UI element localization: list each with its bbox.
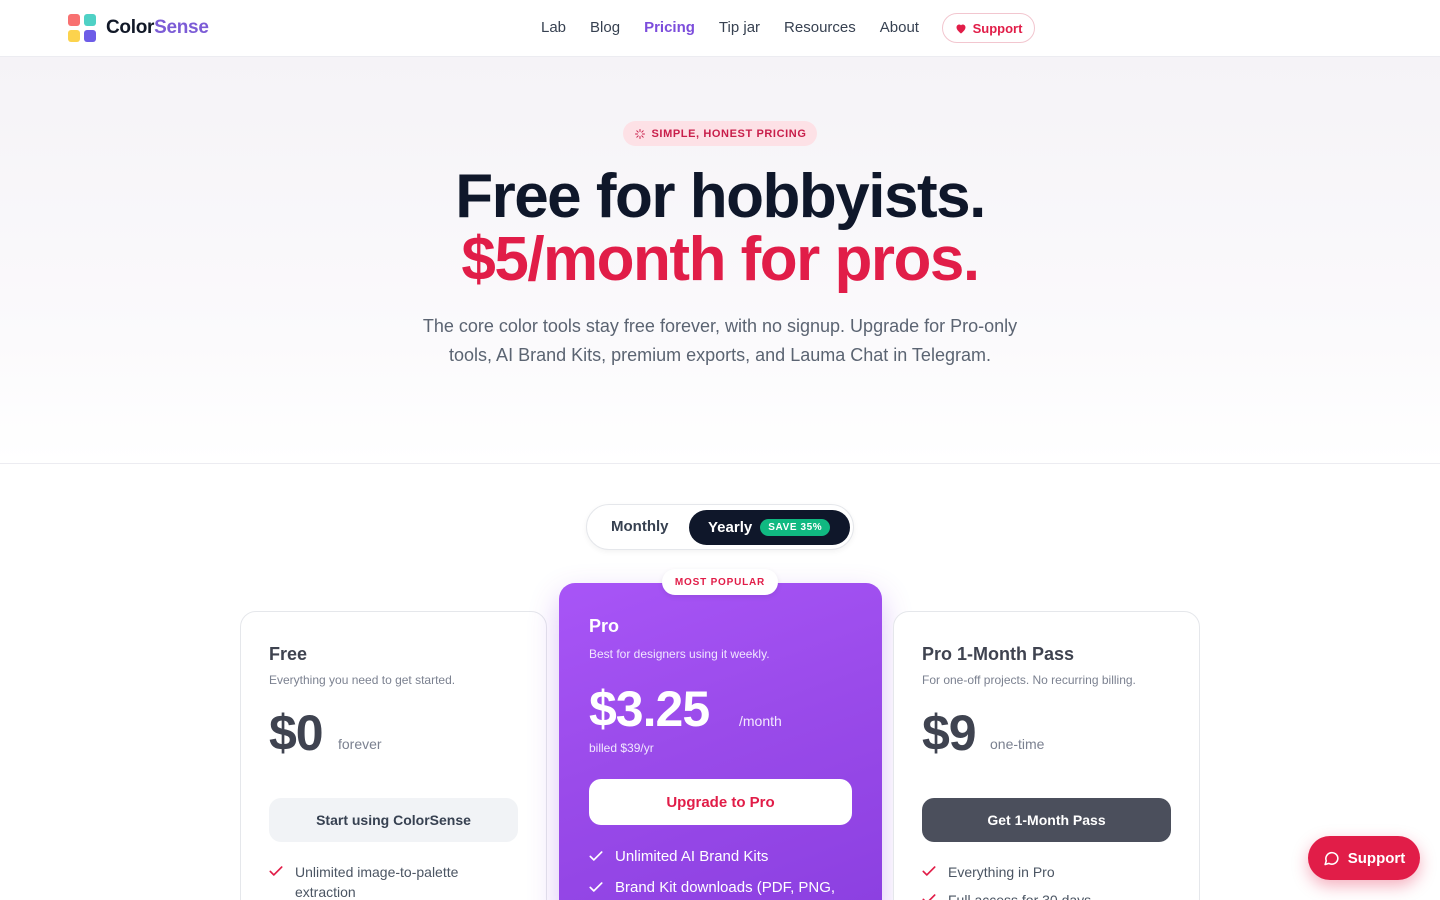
brand-name-part1: Color: [106, 17, 155, 38]
feature-item: Full access for 30 days: [922, 890, 1091, 900]
plan-price: $9: [922, 705, 977, 761]
nav-support-label: Support: [972, 20, 1023, 36]
check-icon: [922, 866, 936, 876]
billing-toggle: Monthly Yearly SAVE 35%: [586, 504, 854, 550]
feature-item: Everything in Pro: [922, 862, 1055, 882]
plan-price: $3.25: [589, 681, 710, 737]
brand-logo[interactable]: ColorSense: [68, 14, 209, 42]
nav-links: Lab Blog Pricing Tip jar Resources About: [541, 18, 943, 38]
plan-price-unit: /month: [739, 713, 782, 729]
plan-name: Pro: [589, 616, 620, 636]
get-pass-button[interactable]: Get 1-Month Pass: [922, 798, 1171, 842]
logo-icon: [68, 14, 96, 42]
check-icon: [589, 851, 603, 861]
feature-item: Unlimited AI Brand Kits: [589, 847, 768, 867]
plan-price-unit: forever: [338, 736, 382, 752]
pricing-badge: SIMPLE, HONEST PRICING: [623, 121, 817, 146]
top-navbar: ColorSense Lab Blog Pricing Tip jar Reso…: [0, 0, 1440, 57]
billing-yearly-option[interactable]: Yearly SAVE 35%: [689, 510, 850, 545]
plan-description: For one-off projects. No recurring billi…: [922, 673, 1136, 687]
pricing-badge-label: SIMPLE, HONEST PRICING: [651, 127, 807, 140]
feature-item: Brand Kit downloads (PDF, PNG,: [589, 878, 835, 898]
check-icon: [922, 894, 936, 900]
plan-price-unit: one-time: [990, 736, 1045, 752]
nav-link-pricing[interactable]: Pricing: [644, 18, 695, 38]
save-badge: SAVE 35%: [760, 519, 831, 536]
nav-link-tip-jar[interactable]: Tip jar: [719, 18, 760, 38]
start-using-button[interactable]: Start using ColorSense: [269, 798, 518, 842]
feature-label: Unlimited image-to-palette extraction: [295, 864, 459, 900]
chat-bubble-icon: [1324, 851, 1339, 865]
nav-link-blog[interactable]: Blog: [590, 18, 620, 38]
plan-description: Best for designers using it weekly.: [589, 647, 770, 661]
hero-subtitle: The core color tools stay free forever, …: [422, 316, 1018, 365]
plan-name: Free: [269, 644, 308, 664]
nav-link-lab[interactable]: Lab: [541, 18, 566, 38]
hero-headline-line2: $5/month for pros.: [461, 225, 980, 294]
floating-support-button[interactable]: Support: [1308, 836, 1420, 880]
heart-icon: [956, 24, 966, 33]
plan-card-1-month-pass: Pro 1-Month Pass For one-off projects. N…: [893, 611, 1200, 900]
most-popular-badge: MOST POPULAR: [662, 569, 778, 595]
billing-yearly-label: Yearly: [708, 519, 753, 536]
floating-support-label: Support: [1347, 849, 1406, 867]
plan-price: $0: [269, 705, 324, 761]
plan-card-free: Free Everything you need to get started.…: [240, 611, 547, 900]
billing-monthly-option[interactable]: Monthly: [611, 518, 669, 535]
plan-description: Everything you need to get started.: [269, 673, 456, 687]
nav-link-about[interactable]: About: [880, 18, 919, 38]
feature-label: Everything in Pro: [948, 864, 1055, 880]
feature-label: Full access for 30 days: [948, 892, 1092, 900]
check-icon: [589, 882, 603, 892]
nav-link-resources[interactable]: Resources: [784, 18, 856, 38]
brand-name: ColorSense: [106, 17, 209, 39]
check-icon: [269, 866, 283, 876]
upgrade-to-pro-button[interactable]: Upgrade to Pro: [589, 779, 852, 825]
nav-support-button[interactable]: Support: [942, 13, 1035, 43]
plan-card-pro: Pro Best for designers using it weekly. …: [559, 583, 882, 900]
billed-note: billed $39/yr: [589, 741, 654, 755]
brand-name-part2: Sense: [154, 17, 209, 38]
plan-name: Pro 1-Month Pass: [922, 644, 1075, 664]
feature-label: Brand Kit downloads (PDF, PNG,: [615, 879, 836, 896]
hero-headline-line1: Free for hobbyists.: [455, 162, 986, 231]
sparkle-icon: [634, 128, 645, 139]
feature-item: Unlimited image-to-palette extraction: [269, 862, 499, 900]
hero-section: SIMPLE, HONEST PRICING Free for hobbyist…: [0, 57, 1440, 464]
feature-label: Unlimited AI Brand Kits: [615, 848, 769, 865]
